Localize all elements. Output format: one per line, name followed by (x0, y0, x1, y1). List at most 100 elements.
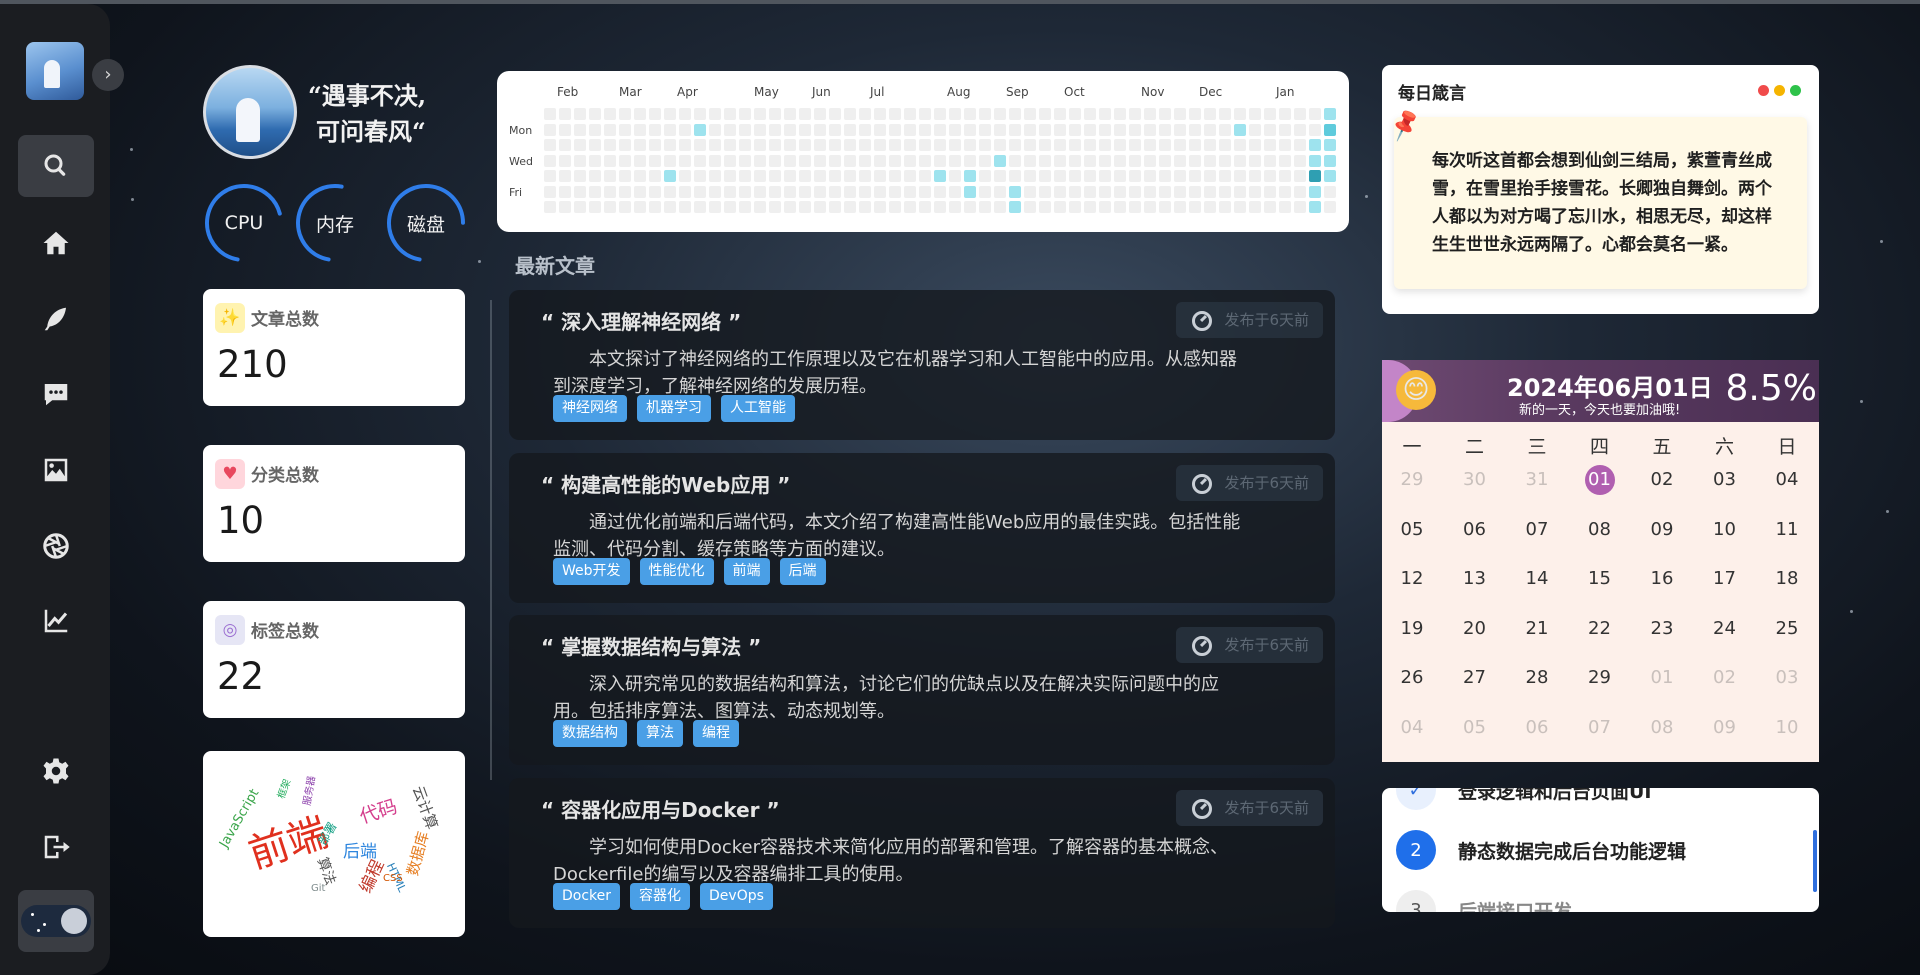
heatmap-cell[interactable] (604, 170, 616, 182)
heatmap-cell[interactable] (1009, 201, 1021, 213)
heatmap-cell[interactable] (1279, 108, 1291, 120)
heatmap-cell[interactable] (1219, 108, 1231, 120)
calendar-today[interactable]: 01 (1584, 465, 1615, 495)
heatmap-cell[interactable] (604, 123, 616, 136)
heatmap-cell[interactable] (1324, 139, 1336, 151)
heatmap-cell[interactable] (709, 108, 721, 120)
heatmap-cell[interactable] (994, 201, 1006, 213)
heatmap-cell[interactable] (829, 185, 841, 198)
heatmap-cell[interactable] (949, 170, 961, 182)
heatmap-cell[interactable] (1009, 123, 1021, 136)
tag[interactable]: 性能优化 (639, 558, 714, 585)
heatmap-cell[interactable] (694, 201, 706, 213)
heatmap-cell[interactable] (1204, 154, 1216, 167)
heatmap-cell[interactable] (574, 123, 586, 136)
heatmap-cell[interactable] (1039, 139, 1051, 151)
profile-avatar[interactable] (203, 65, 297, 159)
heatmap-cell[interactable] (1309, 170, 1321, 182)
heatmap-cell[interactable] (544, 201, 556, 213)
heatmap-cell[interactable] (1159, 185, 1171, 198)
heatmap-cell[interactable] (1234, 108, 1246, 120)
calendar-day[interactable]: 09 (1707, 713, 1743, 743)
heatmap-cell[interactable] (1099, 170, 1111, 182)
heatmap-cell[interactable] (904, 123, 916, 136)
heatmap-cell[interactable] (769, 108, 781, 120)
heatmap-cell[interactable] (994, 185, 1006, 198)
heatmap-cell[interactable] (1249, 123, 1261, 136)
calendar-day[interactable]: 18 (1769, 564, 1805, 594)
heatmap-cell[interactable] (679, 123, 691, 136)
heatmap-cell[interactable] (1144, 170, 1156, 182)
heatmap-cell[interactable] (1024, 170, 1036, 182)
heatmap-cell[interactable] (1309, 108, 1321, 120)
calendar-day[interactable]: 08 (1644, 713, 1680, 743)
heatmap-cell[interactable] (1204, 139, 1216, 151)
heatmap-cell[interactable] (889, 123, 901, 136)
article-card[interactable]: “ 掌握数据结构与算法 ” 发布于6天前 深入研究常见的数据结构和算法，讨论它们… (509, 615, 1335, 765)
heatmap-cell[interactable] (544, 185, 556, 198)
heatmap-cell[interactable] (1189, 139, 1201, 151)
heatmap-cell[interactable] (1279, 123, 1291, 136)
heatmap-cell[interactable] (844, 139, 856, 151)
sidebar-item-comments[interactable] (18, 363, 94, 425)
calendar-day[interactable]: 01 (1644, 663, 1680, 693)
heatmap-cell[interactable] (1084, 139, 1096, 151)
theme-toggle[interactable] (18, 890, 94, 952)
heatmap-cell[interactable] (1039, 170, 1051, 182)
heatmap-cell[interactable] (964, 170, 976, 182)
heatmap-cell[interactable] (934, 123, 946, 136)
heatmap-cell[interactable] (1204, 185, 1216, 198)
heatmap-cell[interactable] (1129, 123, 1141, 136)
tag[interactable]: 编程 (693, 720, 739, 747)
heatmap-cell[interactable] (829, 170, 841, 182)
heatmap-cell[interactable] (1054, 123, 1066, 136)
heatmap-cell[interactable] (889, 154, 901, 167)
heatmap-cell[interactable] (754, 170, 766, 182)
calendar-day[interactable]: 31 (1519, 465, 1555, 495)
heatmap-cell[interactable] (604, 201, 616, 213)
heatmap-cell[interactable] (679, 108, 691, 120)
heatmap-cell[interactable] (604, 108, 616, 120)
heatmap-cell[interactable] (769, 185, 781, 198)
heatmap-cell[interactable] (604, 139, 616, 151)
heatmap-cell[interactable] (574, 185, 586, 198)
heatmap-cell[interactable] (799, 185, 811, 198)
heatmap-cell[interactable] (1159, 170, 1171, 182)
heatmap-cell[interactable] (859, 139, 871, 151)
heatmap-cell[interactable] (604, 185, 616, 198)
heatmap-cell[interactable] (544, 170, 556, 182)
heatmap-cell[interactable] (904, 108, 916, 120)
heatmap-cell[interactable] (694, 123, 706, 136)
heatmap-cell[interactable] (949, 108, 961, 120)
heatmap-cell[interactable] (559, 170, 571, 182)
heatmap-cell[interactable] (799, 123, 811, 136)
heatmap-cell[interactable] (1099, 139, 1111, 151)
step-item[interactable]: ✓ 登录逻辑和后台页面UI (1396, 788, 1652, 810)
heatmap-cell[interactable] (994, 108, 1006, 120)
heatmap-cell[interactable] (1099, 123, 1111, 136)
heatmap-cell[interactable] (829, 108, 841, 120)
heatmap-cell[interactable] (679, 170, 691, 182)
heatmap-cell[interactable] (1294, 123, 1306, 136)
heatmap-cell[interactable] (664, 108, 676, 120)
heatmap-cell[interactable] (589, 170, 601, 182)
heatmap-cell[interactable] (664, 170, 676, 182)
heatmap-cell[interactable] (1294, 185, 1306, 198)
heatmap-cell[interactable] (1069, 170, 1081, 182)
heatmap-cell[interactable] (724, 123, 736, 136)
calendar-day[interactable]: 14 (1519, 564, 1555, 594)
heatmap-cell[interactable] (1294, 170, 1306, 182)
heatmap-cell[interactable] (844, 185, 856, 198)
heatmap-cell[interactable] (889, 108, 901, 120)
heatmap-cell[interactable] (1084, 185, 1096, 198)
heatmap-cell[interactable] (949, 154, 961, 167)
heatmap-cell[interactable] (1159, 201, 1171, 213)
calendar-day[interactable]: 10 (1707, 515, 1743, 545)
heatmap-cell[interactable] (694, 170, 706, 182)
heatmap-cell[interactable] (1144, 108, 1156, 120)
heatmap-cell[interactable] (589, 139, 601, 151)
calendar-day[interactable]: 10 (1769, 713, 1805, 743)
heatmap-cell[interactable] (859, 154, 871, 167)
heatmap-cell[interactable] (814, 185, 826, 198)
heatmap-cell[interactable] (679, 185, 691, 198)
